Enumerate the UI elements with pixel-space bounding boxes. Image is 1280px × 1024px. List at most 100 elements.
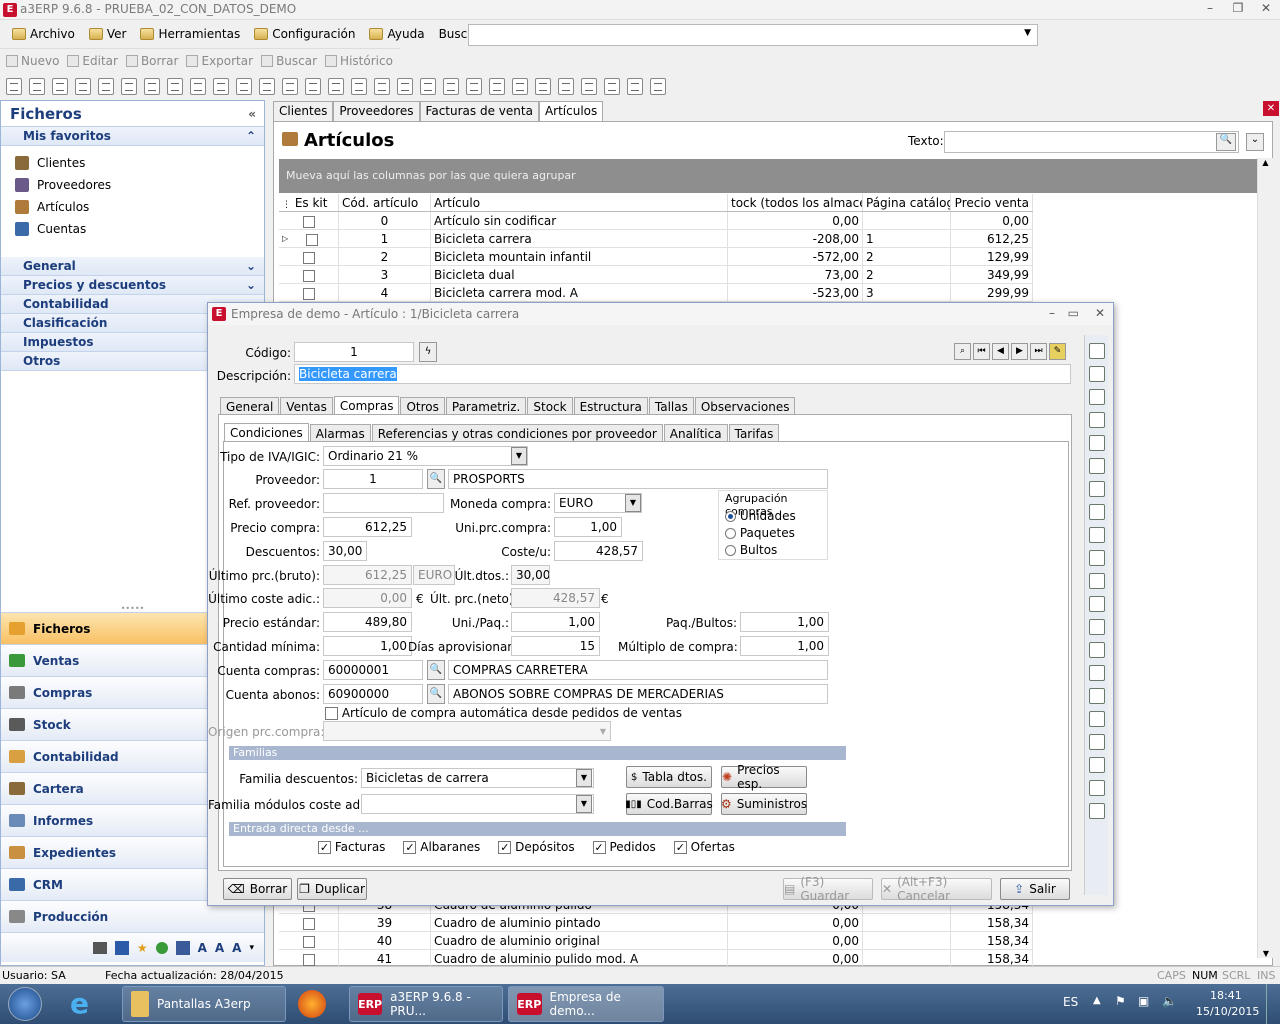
barcode-icon[interactable]	[1088, 389, 1105, 405]
clock-date[interactable]: 15/10/2015	[1196, 1005, 1259, 1018]
minimize-icon[interactable]: –	[1049, 306, 1055, 320]
checkbox[interactable]	[302, 953, 315, 966]
fav-articulos[interactable]: Artículos	[1, 196, 264, 218]
chevron-down-icon[interactable]: ▼	[576, 795, 592, 813]
document-icon[interactable]	[374, 77, 390, 95]
firefox-icon[interactable]	[298, 990, 326, 1018]
delete-document-icon[interactable]	[1088, 435, 1105, 451]
salir-button[interactable]: ⇪ Salir	[1000, 878, 1070, 900]
iva-free-icon[interactable]	[114, 940, 129, 955]
ofertas-checkbox[interactable]: ✓ Ofertas	[673, 840, 735, 854]
document-icon[interactable]	[236, 77, 252, 95]
document-icon[interactable]	[1088, 412, 1105, 428]
document-icon[interactable]	[1088, 803, 1105, 819]
auto-compra-checkbox[interactable]: Artículo de compra automática desde pedi…	[325, 706, 682, 720]
search-icon[interactable]: 🔍	[1216, 133, 1236, 151]
table-row[interactable]: 3 Bicicleta dual 73,00 2 349,99	[279, 266, 1033, 284]
document-icon[interactable]	[443, 77, 459, 95]
proveedor-field[interactable]: 1	[323, 469, 423, 489]
document-icon[interactable]	[1088, 550, 1105, 566]
document-icon[interactable]	[1088, 757, 1105, 773]
prev-record-icon[interactable]: ◀	[992, 343, 1009, 360]
search-icon[interactable]: ⌕	[954, 343, 971, 360]
ie-icon[interactable]: e	[70, 988, 89, 1020]
dias-field[interactable]: 15	[511, 636, 600, 656]
document-icon[interactable]	[1088, 458, 1105, 474]
multiplo-field[interactable]: 1,00	[740, 636, 829, 656]
table-row[interactable]: 40 Cuadro de aluminio original 0,00 158,34	[279, 932, 1033, 950]
attachment-icon[interactable]: ✎	[1049, 343, 1066, 360]
guardar-button[interactable]: ▤ (F3) Guardar	[783, 875, 873, 903]
col-stock[interactable]: tock (todos los almacenes)	[728, 194, 863, 211]
col-precio[interactable]: Precio venta	[951, 194, 1033, 211]
chevron-down-icon[interactable]: ▼	[625, 494, 641, 512]
col-es-kit[interactable]: ⋮ Es kit	[279, 194, 339, 211]
scroll-up-icon[interactable]: ▲	[1258, 158, 1273, 167]
delete-document-icon[interactable]	[121, 77, 137, 95]
tray-arrow-icon[interactable]: ▲	[1093, 995, 1101, 1006]
document-icon[interactable]	[489, 77, 505, 95]
precio-std-field[interactable]: 489,80	[323, 612, 412, 632]
lightning-icon[interactable]: ϟ	[419, 342, 437, 362]
menu-ayuda[interactable]: Ayuda	[369, 23, 430, 45]
document-icon[interactable]	[1088, 596, 1105, 612]
scroll-down-icon[interactable]: ▼	[1258, 949, 1274, 958]
document-icon[interactable]	[1088, 688, 1105, 704]
document-icon[interactable]	[1088, 343, 1105, 359]
document-icon[interactable]	[650, 77, 666, 95]
es-kit-cell[interactable]	[279, 950, 339, 967]
es-kit-cell[interactable]	[279, 284, 339, 301]
collapse-icon[interactable]: «	[248, 107, 256, 121]
table-row[interactable]: 0 Artículo sin codificar 0,00 0,00	[279, 212, 1033, 230]
document-icon[interactable]	[328, 77, 344, 95]
col-codigo[interactable]: Cód. artículo	[339, 194, 431, 211]
es-kit-cell[interactable]	[279, 932, 339, 949]
document-icon[interactable]	[604, 77, 620, 95]
document-icon[interactable]	[1088, 481, 1105, 497]
section-precios[interactable]: Precios y descuentos ⌄	[1, 276, 264, 295]
editar-button[interactable]: Editar	[67, 54, 118, 68]
precios-esp-button[interactable]: ✺ Precios esp.	[721, 763, 807, 791]
col-pagina[interactable]: Página catálogo	[863, 194, 951, 211]
ref-prov-field[interactable]	[323, 493, 444, 513]
start-button[interactable]	[8, 987, 42, 1021]
a3-icon[interactable]: A	[215, 941, 224, 955]
suministros-button[interactable]: ⚙ Suministros	[721, 793, 807, 815]
chevron-down-icon[interactable]: ▼	[1024, 28, 1031, 38]
section-general[interactable]: General ⌄	[1, 257, 264, 276]
historico-button[interactable]: Histórico	[325, 54, 393, 68]
checkbox[interactable]	[302, 917, 315, 930]
volume-icon[interactable]: 🔈	[1162, 994, 1177, 1008]
document-icon[interactable]	[558, 77, 574, 95]
document-icon[interactable]	[52, 77, 68, 95]
task-a3erp[interactable]: ERP a3ERP 9.6.8 - PRU...	[349, 986, 503, 1022]
chevron-down-icon[interactable]: ▾	[249, 943, 254, 953]
globe-icon[interactable]	[155, 941, 168, 954]
cta-compras-field[interactable]: 60000001	[323, 660, 423, 680]
document-icon[interactable]	[1088, 527, 1105, 543]
grid-scrollbar[interactable]: ▲ ▼	[1257, 158, 1273, 958]
coste-field[interactable]: 428,57	[554, 541, 643, 561]
menu-archivo[interactable]: Archivo	[12, 23, 81, 45]
document-icon[interactable]	[466, 77, 482, 95]
checkbox[interactable]	[302, 935, 315, 948]
first-record-icon[interactable]: ⏮	[973, 343, 990, 360]
descripcion-field[interactable]: Bicicleta carrera	[294, 364, 1071, 384]
task-empresa[interactable]: ERP Empresa de demo...	[508, 986, 664, 1022]
search-icon[interactable]: 🔍	[427, 684, 445, 704]
document-icon[interactable]	[1088, 665, 1105, 681]
pedidos-checkbox[interactable]: ✓ Pedidos	[592, 840, 656, 854]
document-icon[interactable]	[305, 77, 321, 95]
table-row[interactable]: 2 Bicicleta mountain infantil -572,00 2 129,…	[279, 248, 1033, 266]
es-kit-cell[interactable]: ▷	[279, 230, 339, 247]
chevron-down-icon[interactable]: ▼	[511, 447, 527, 465]
cant-min-field[interactable]: 1,00	[323, 636, 412, 656]
menu-herramientas[interactable]: Herramientas	[140, 23, 246, 45]
fam-mod-select[interactable]	[361, 794, 594, 814]
text-search-input[interactable]	[944, 131, 1239, 153]
table-row[interactable]: 39 Cuadro de aluminio pintado 0,00 158,34	[279, 914, 1033, 932]
cta-abonos-field[interactable]: 60900000	[323, 684, 423, 704]
search-icon[interactable]	[1088, 366, 1105, 382]
search-icon[interactable]: 🔍	[427, 469, 445, 489]
a3-icon[interactable]: A	[232, 941, 241, 955]
